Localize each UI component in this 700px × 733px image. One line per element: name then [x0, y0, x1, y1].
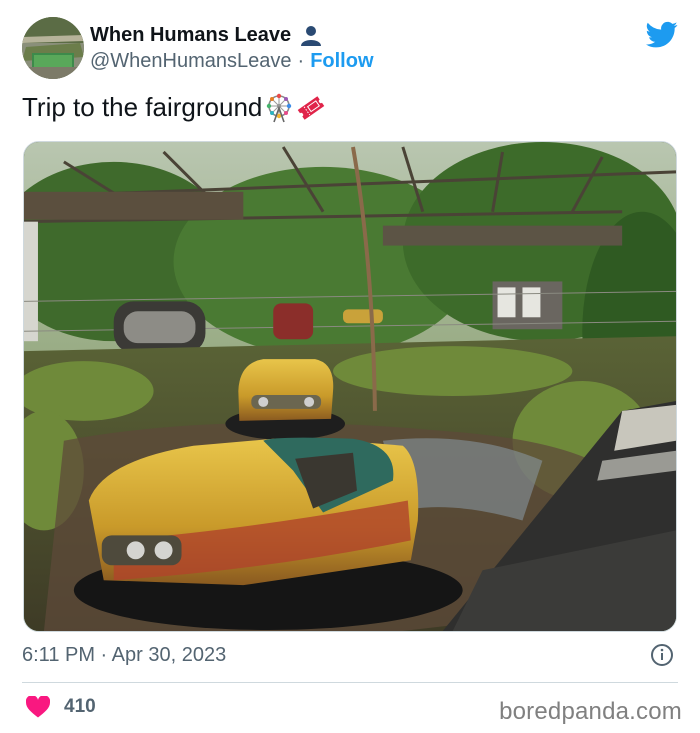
avatar[interactable]	[22, 17, 84, 79]
ticket-emoji	[298, 95, 325, 120]
tweet-header: When Humans Leave @WhenHumansLeave · Fol…	[22, 17, 678, 79]
person-silhouette-icon	[301, 26, 322, 46]
like-count: 410	[64, 696, 96, 717]
tweet-text: Trip to the fairground	[22, 92, 326, 123]
author-name[interactable]: When Humans Leave	[90, 23, 323, 47]
abandoned-bumper-cars-photo	[24, 142, 676, 631]
like-action[interactable]: 410	[26, 696, 96, 718]
follow-button[interactable]: Follow	[310, 50, 373, 73]
display-name-text[interactable]: When Humans Leave	[90, 24, 291, 47]
separator-dot: ·	[297, 50, 305, 72]
divider	[22, 682, 678, 683]
heart-icon[interactable]	[26, 696, 50, 718]
tweet-text-content: Trip to the fairground	[22, 92, 263, 122]
tweet-photo[interactable]	[23, 141, 677, 632]
ferris-wheel-emoji	[267, 93, 292, 122]
handle-row: @WhenHumansLeave · Follow	[90, 50, 374, 73]
twitter-bird-icon[interactable]	[646, 21, 678, 49]
info-circle-icon[interactable]	[650, 643, 674, 667]
boredpanda-watermark: boredpanda.com	[499, 698, 682, 725]
tweet-timestamp[interactable]: 6:11 PM · Apr 30, 2023	[22, 644, 226, 667]
author-handle[interactable]: @WhenHumansLeave	[90, 50, 292, 73]
